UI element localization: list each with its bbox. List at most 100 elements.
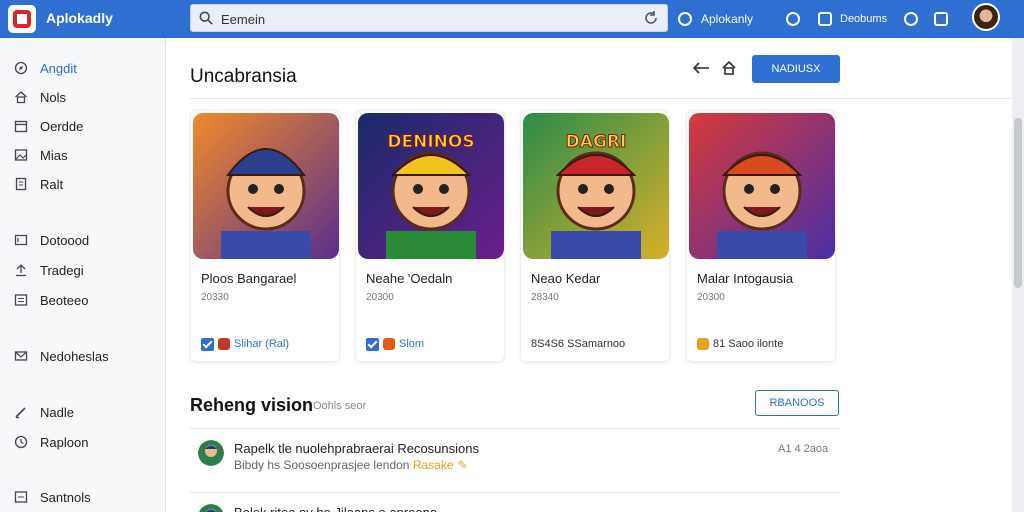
game-meta-label: 8S4S6 SSamarnoo — [531, 338, 626, 350]
scrollbar-thumb[interactable] — [1014, 118, 1022, 288]
sidebar-item-label: Tradegi — [40, 262, 84, 278]
game-subtitle: 20330 — [201, 292, 229, 303]
account-icon — [678, 12, 692, 26]
account-label: Aplokanly — [701, 12, 754, 26]
sidebar-item[interactable]: Tradegi — [14, 260, 84, 280]
game-meta: Slihar (Ral) — [201, 337, 289, 351]
search-bar[interactable] — [190, 4, 668, 32]
docs-label: Deobums — [840, 13, 888, 25]
sidebar-item[interactable]: Raploon — [14, 432, 88, 452]
sidebar-item[interactable]: Santnols — [14, 487, 91, 507]
pencil-icon: ✎ — [457, 458, 468, 472]
sidebar-item[interactable]: Mias — [14, 145, 67, 165]
sidebar-item[interactable]: Nadle — [14, 402, 74, 422]
sidebar-item-label: Santnols — [40, 489, 91, 505]
clock-icon — [14, 435, 28, 449]
sidebar-item-label: Ralt — [40, 176, 64, 192]
calendar-icon — [14, 119, 28, 133]
sidebar-item-label: Oerdde — [40, 118, 84, 134]
docs-icon — [818, 12, 832, 26]
sidebar-item[interactable]: Nols — [14, 87, 66, 107]
row-title: Rapelk tle nuolehprabraerai Recosunsions — [234, 441, 479, 456]
sidebar-item[interactable]: Ralt — [14, 174, 63, 194]
game-card[interactable]: DENINOS Neahe 'Oedaln 20300 Slom — [355, 110, 505, 362]
app-title: Aplokadly — [46, 10, 113, 26]
mail-icon — [14, 349, 28, 363]
game-meta: 81 Saoo ilonte — [697, 337, 783, 351]
game-card[interactable]: Malar Intogausia 20300 81 Saoo ilonte — [686, 110, 836, 362]
user-avatar[interactable] — [972, 3, 1000, 31]
notification-icon — [934, 12, 948, 26]
game-subtitle: 28340 — [531, 292, 559, 303]
upload-icon — [14, 263, 28, 277]
game-badge-icon — [383, 338, 395, 350]
game-meta: 8S4S6 SSamarnoo — [531, 337, 625, 351]
app-logo[interactable] — [8, 5, 36, 33]
help-icon — [786, 12, 800, 26]
search-input[interactable] — [221, 10, 621, 28]
row-tag: Rasake — [412, 458, 454, 472]
game-thumbnail[interactable]: DAGRI — [523, 113, 669, 259]
header-divider — [190, 98, 1012, 99]
list-icon — [14, 293, 28, 307]
sidebar-item-label: Nadle — [40, 404, 74, 420]
primary-action-button[interactable]: NADIUSX — [752, 55, 840, 83]
sidebar-item-label: Raploon — [40, 434, 89, 450]
game-thumbnail[interactable]: DENINOS — [358, 113, 504, 259]
notifications-button[interactable] — [934, 0, 948, 38]
document-icon — [14, 177, 28, 191]
game-title: Neao Kedar — [531, 271, 601, 286]
home-icon — [14, 90, 28, 104]
folder-icon — [14, 233, 28, 247]
search-icon — [199, 11, 213, 25]
scrollbar[interactable] — [1012, 38, 1024, 512]
section-title: Uncabransia — [190, 66, 297, 87]
game-card[interactable]: DAGRI Neao Kedar 28340 8S4S6 SSamarnoo — [520, 110, 670, 362]
top-bar: Aplokadly Aplokanly Deobums — [0, 0, 1024, 38]
game-logo-text: DENINOS — [387, 132, 474, 152]
row-avatar — [198, 440, 224, 466]
game-subtitle: 20300 — [366, 292, 394, 303]
sync-icon — [904, 12, 918, 26]
game-meta-label: 81 Saoo ilonte — [713, 338, 784, 350]
game-meta: Slom — [366, 337, 424, 351]
sync-button[interactable] — [904, 0, 918, 38]
game-meta-label: Slihar (Ral) — [234, 338, 290, 350]
checkbox-icon[interactable] — [201, 337, 214, 351]
row-subtitle-text: Bibdy hs Soosoenprasjee lendon — [234, 458, 410, 472]
home-icon[interactable] — [721, 60, 737, 76]
game-logo-text: DAGRI — [566, 132, 627, 152]
sidebar-item[interactable]: Oerdde — [14, 116, 83, 136]
game-subtitle: 20300 — [697, 292, 725, 303]
row-title: Bolok ritea oy ho Jilaans e apreone — [234, 505, 437, 512]
help-button[interactable] — [786, 0, 800, 38]
row-subtitle: Bibdy hs Soosoenprasjee lendon Rasake ✎ — [234, 458, 468, 472]
game-card[interactable]: Ploos Bangarael 20330 Slihar (Ral) — [190, 110, 340, 362]
sidebar-item[interactable]: Beoteeo — [14, 290, 88, 310]
game-meta-label: Slom — [399, 338, 425, 350]
section2-title: Reheng vision — [190, 395, 314, 415]
sidebar-item-label: Nedoheslas — [40, 348, 109, 364]
sidebar-item-label: Beoteeo — [40, 292, 89, 308]
refresh-icon[interactable] — [643, 10, 659, 26]
sidebar-item[interactable]: Angdit — [14, 58, 77, 78]
compass-icon — [14, 61, 28, 75]
settings-icon — [14, 490, 28, 504]
sidebar-item[interactable]: Nedoheslas — [14, 346, 109, 366]
sidebar-item-label: Nols — [40, 89, 67, 105]
section2-button[interactable]: RBANOOS — [755, 390, 839, 416]
checkbox-icon[interactable] — [366, 337, 379, 351]
game-thumbnail[interactable] — [193, 113, 339, 259]
coin-icon — [697, 338, 709, 350]
game-title: Malar Intogausia — [697, 271, 794, 286]
game-thumbnail[interactable] — [689, 113, 835, 259]
sidebar-item[interactable]: Dotoood — [14, 230, 89, 250]
sidebar-item-label: Angdit — [40, 60, 77, 76]
docs-menu[interactable]: Deobums — [818, 0, 887, 38]
list-divider — [190, 492, 840, 493]
back-arrow-icon[interactable] — [692, 60, 710, 76]
game-badge-icon — [218, 338, 230, 350]
row-time: A1 4 2aoa — [778, 443, 829, 455]
sidebar-item-label: Mias — [40, 147, 68, 163]
account-menu[interactable]: Aplokanly — [678, 0, 753, 38]
